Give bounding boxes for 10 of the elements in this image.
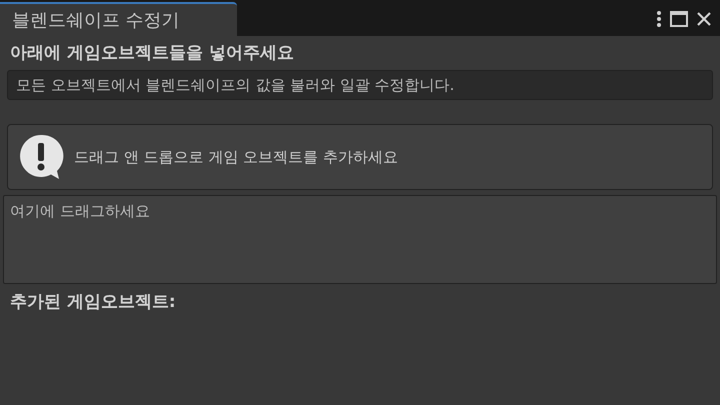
exclamation-bubble-icon: [18, 133, 64, 181]
added-objects-label: 추가된 게임오브젝트:: [9, 291, 177, 314]
drop-area[interactable]: 여기에 드래그하세요: [3, 195, 717, 284]
description-field: 모든 오브젝트에서 블렌드쉐이프의 값을 불러와 일괄 수정합니다.: [7, 70, 713, 100]
maximize-icon[interactable]: [670, 11, 688, 27]
close-icon[interactable]: [696, 11, 712, 27]
window-tab[interactable]: 블렌드쉐이프 수정기: [0, 2, 237, 36]
more-menu-icon[interactable]: [656, 10, 662, 28]
help-message: 드래그 앤 드롭으로 게임 오브젝트를 추가하세요: [74, 146, 398, 168]
section-heading: 아래에 게임오브젝트들을 넣어주세요: [9, 42, 295, 66]
